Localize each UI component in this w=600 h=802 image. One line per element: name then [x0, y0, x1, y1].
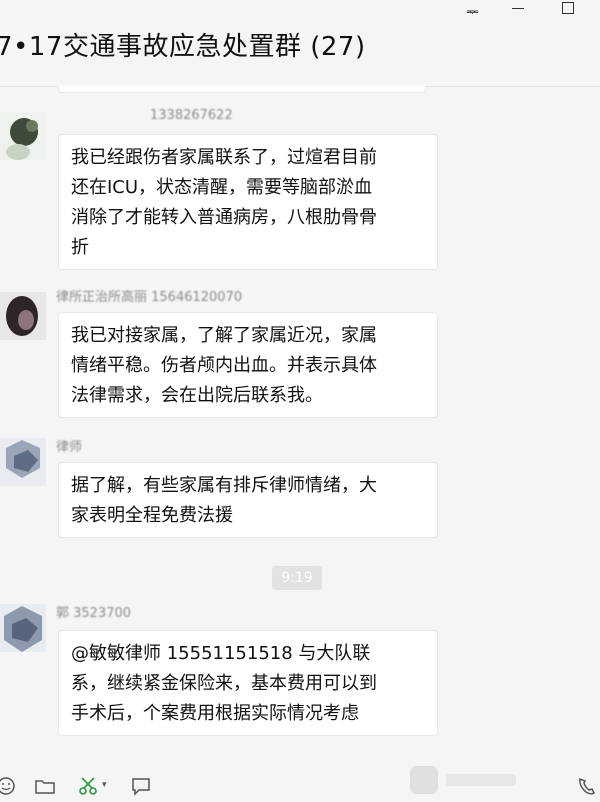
emoji-icon[interactable] [0, 776, 16, 801]
message-bubble[interactable]: 据了解，有些家属有排斥律师情绪，大 家表明全程免费法援 [58, 462, 438, 538]
avatar[interactable] [0, 604, 46, 652]
message-line: 还在ICU，状态清醒，需要等脑部淤血 [71, 177, 373, 198]
chevron-down-icon[interactable]: ▾ [102, 780, 107, 790]
message-line: 我已对接家属，了解了家属近况，家属 [71, 325, 377, 346]
phone-icon[interactable] [576, 776, 598, 801]
chat-title: 7•17交通事故应急处置群 (27) [0, 32, 366, 62]
avatar[interactable] [0, 292, 46, 340]
message-line: 我已经跟伤者家属联系了，过煊君目前 [71, 147, 377, 168]
message-bubble[interactable]: 我已经跟伤者家属联系了，过煊君目前 还在ICU，状态清醒，需要等脑部淤血 消除了… [58, 134, 438, 270]
sender-name: 郭 3523700 [56, 606, 132, 621]
minimize-icon[interactable] [512, 0, 526, 14]
sender-name: 1338267622 [150, 108, 233, 123]
message-line: @敏敏律师 15551151518 与大队联 [71, 643, 371, 664]
message-bubble[interactable]: 我已对接家属，了解了家属近况，家属 情绪平稳。伤者颅内出血。并表示具体 法律需求… [58, 312, 438, 418]
message-line: 法律需求，会在出院后联系我。 [71, 385, 323, 406]
maximize-icon[interactable] [562, 2, 574, 14]
avatar[interactable] [0, 438, 46, 486]
folder-icon[interactable] [34, 776, 56, 801]
timestamp: 9:19 [272, 566, 322, 590]
sender-name: 律所正治所高丽 15646120070 [56, 290, 243, 305]
chat-bubble-icon[interactable] [130, 776, 152, 801]
message-line: 折 [71, 237, 89, 258]
sender-name: 律师 [56, 440, 83, 455]
message-line: 情绪平稳。伤者颅内出血。并表示具体 [71, 355, 377, 376]
scissors-icon[interactable] [78, 776, 100, 801]
chat-header: 7•17交通事故应急处置群 (27) ᆓ [0, 0, 600, 86]
message-line: 手术后，个案费用根据实际情况考虑 [71, 703, 359, 724]
pin-icon[interactable]: ᆓ [466, 2, 479, 22]
avatar[interactable] [0, 112, 46, 160]
message-line: 据了解，有些家属有排斥律师情绪，大 [71, 475, 377, 496]
watermark-logo [406, 762, 526, 798]
message-bubble[interactable]: @敏敏律师 15551151518 与大队联 系，继续紧金保险来，基本费用可以到… [58, 630, 438, 736]
message-line: 家表明全程免费法援 [71, 505, 233, 526]
message-line: 系，继续紧金保险来，基本费用可以到 [71, 673, 377, 694]
message-line: 消除了才能转入普通病房，八根肋骨骨 [71, 207, 377, 228]
previous-message-bubble [58, 86, 426, 93]
